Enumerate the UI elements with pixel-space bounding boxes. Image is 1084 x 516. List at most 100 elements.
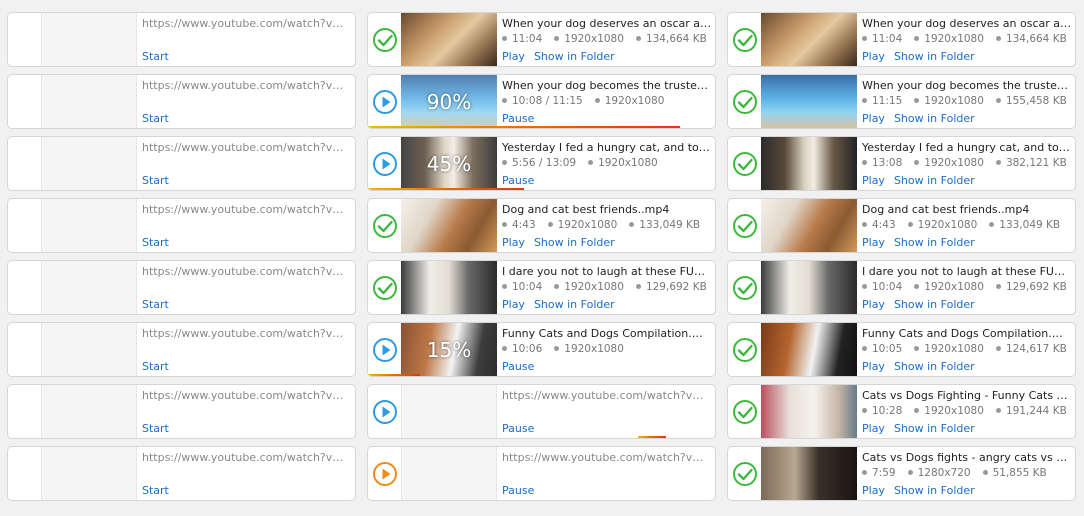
pause-link[interactable]: Pause: [502, 422, 534, 435]
progress-percent-label: 15%: [401, 323, 497, 376]
item-actions: Play Show in Folder: [862, 484, 1071, 497]
download-item[interactable]: 45% Yesterday I fed a hungry cat, and tod…: [367, 136, 716, 191]
play-circle-icon: [372, 337, 398, 363]
video-thumbnail: [401, 385, 497, 438]
play-link[interactable]: Play: [862, 298, 885, 311]
play-link[interactable]: Play: [502, 50, 525, 63]
status-indicator[interactable]: [728, 261, 761, 314]
status-indicator[interactable]: [728, 385, 761, 438]
status-indicator[interactable]: [368, 137, 401, 190]
download-item[interactable]: Dog and cat best friends..mp4 4:43 1920x10…: [367, 198, 716, 253]
download-item[interactable]: https://www.youtube.com/watch?v=hk... Sta…: [7, 12, 356, 67]
status-indicator: [8, 385, 41, 438]
download-item[interactable]: https://www.youtube.com/watch?v=7G... Pau…: [367, 446, 716, 501]
play-link[interactable]: Play: [862, 484, 885, 497]
download-item[interactable]: https://www.youtube.com/watch?v=3h_... St…: [7, 74, 356, 129]
item-info: When your dog deserves an oscar award...…: [502, 13, 711, 66]
download-item[interactable]: I dare you not to laugh at these FUNNY .…: [727, 260, 1076, 315]
status-indicator[interactable]: [368, 385, 401, 438]
download-item[interactable]: Cats vs Dogs Fighting - Funny Cats and .…: [727, 384, 1076, 439]
download-item[interactable]: https://www.youtube.com/watch?v=YeP... St…: [7, 384, 356, 439]
start-link[interactable]: Start: [142, 174, 169, 187]
show-in-folder-link[interactable]: Show in Folder: [534, 298, 615, 311]
download-item[interactable]: 15% Funny Cats and Dogs Compilation.mp4 10…: [367, 322, 716, 377]
video-duration: 10:04: [862, 281, 902, 293]
play-link[interactable]: Play: [862, 112, 885, 125]
download-item[interactable]: 90%When your dog becomes the trusted nan…: [367, 74, 716, 129]
download-item[interactable]: When your dog deserves an oscar award...…: [727, 12, 1076, 67]
show-in-folder-link[interactable]: Show in Folder: [534, 236, 615, 249]
status-indicator[interactable]: [728, 75, 761, 128]
download-item[interactable]: Dog and cat best friends..mp4 4:43 1920x10…: [727, 198, 1076, 253]
status-indicator[interactable]: [728, 323, 761, 376]
video-url: https://www.youtube.com/watch?v=t8tj...: [142, 327, 351, 340]
start-link[interactable]: Start: [142, 422, 169, 435]
download-item[interactable]: Funny Cats and Dogs Compilation.mp4 10:05…: [727, 322, 1076, 377]
video-title: Cats vs Dogs Fighting - Funny Cats and .…: [862, 389, 1071, 402]
play-link[interactable]: Play: [502, 236, 525, 249]
video-title: Yesterday I fed a hungry cat, and today …: [862, 141, 1071, 154]
play-link[interactable]: Play: [862, 422, 885, 435]
show-in-folder-link[interactable]: Show in Folder: [894, 298, 975, 311]
pause-link[interactable]: Pause: [502, 112, 534, 125]
item-info: Dog and cat best friends..mp4 4:43 1920x10…: [502, 199, 711, 252]
video-url: https://www.youtube.com/watch?v=hk...: [142, 17, 351, 30]
download-item[interactable]: Cats vs Dogs fights - angry cats vs dogs…: [727, 446, 1076, 501]
start-link[interactable]: Start: [142, 112, 169, 125]
download-item[interactable]: https://www.youtube.com/watch?v=De... Sta…: [7, 198, 356, 253]
show-in-folder-link[interactable]: Show in Folder: [894, 236, 975, 249]
download-item[interactable]: https://www.youtube.com/watch?v=31... Sta…: [7, 136, 356, 191]
play-link[interactable]: Play: [862, 236, 885, 249]
show-in-folder-link[interactable]: Show in Folder: [894, 422, 975, 435]
status-indicator[interactable]: [368, 323, 401, 376]
video-thumbnail: [761, 199, 857, 252]
status-indicator[interactable]: [728, 447, 761, 500]
start-link[interactable]: Start: [142, 236, 169, 249]
start-link[interactable]: Start: [142, 360, 169, 373]
status-indicator[interactable]: [368, 75, 401, 128]
video-duration: 10:28: [862, 405, 902, 417]
status-indicator[interactable]: [368, 261, 401, 314]
show-in-folder-link[interactable]: Show in Folder: [894, 50, 975, 63]
pause-link[interactable]: Pause: [502, 174, 534, 187]
show-in-folder-link[interactable]: Show in Folder: [894, 360, 975, 373]
download-item[interactable]: When your dog becomes the trusted nan...…: [727, 74, 1076, 129]
download-item[interactable]: https://www.youtube.com/watch?v=YeP... Pa…: [367, 384, 716, 439]
play-link[interactable]: Play: [862, 50, 885, 63]
show-in-folder-link[interactable]: Show in Folder: [894, 174, 975, 187]
status-indicator[interactable]: [728, 13, 761, 66]
status-indicator: [8, 75, 41, 128]
status-indicator[interactable]: [368, 13, 401, 66]
status-indicator[interactable]: [368, 199, 401, 252]
video-meta: 10:04 1920x1080 129,692 KB: [862, 281, 1071, 293]
video-meta: 4:43 1920x1080 133,049 KB: [862, 219, 1071, 231]
pause-link[interactable]: Pause: [502, 484, 534, 497]
pause-link[interactable]: Pause: [502, 360, 534, 373]
show-in-folder-link[interactable]: Show in Folder: [894, 484, 975, 497]
download-item[interactable]: Yesterday I fed a hungry cat, and today …: [727, 136, 1076, 191]
status-indicator[interactable]: [368, 447, 401, 500]
download-item[interactable]: https://www.youtube.com/watch?v=7G... Sta…: [7, 446, 356, 501]
item-info: https://www.youtube.com/watch?v=7G... Sta…: [142, 447, 351, 500]
video-url: https://www.youtube.com/watch?v=7G...: [142, 451, 351, 464]
download-item[interactable]: https://www.youtube.com/watch?v=t8tj... S…: [7, 322, 356, 377]
item-actions: Play Show in Folder: [862, 50, 1071, 63]
video-meta: 4:43 1920x1080 133,049 KB: [502, 219, 711, 231]
item-info: https://www.youtube.com/watch?v=hk... Sta…: [142, 13, 351, 66]
download-item[interactable]: I dare you not to laugh at these FUNNY .…: [367, 260, 716, 315]
start-link[interactable]: Start: [142, 484, 169, 497]
show-in-folder-link[interactable]: Show in Folder: [894, 112, 975, 125]
download-item[interactable]: When your dog deserves an oscar award...…: [367, 12, 716, 67]
play-link[interactable]: Play: [502, 298, 525, 311]
play-link[interactable]: Play: [862, 360, 885, 373]
start-link[interactable]: Start: [142, 298, 169, 311]
status-indicator[interactable]: [728, 137, 761, 190]
download-item[interactable]: https://www.youtube.com/watch?v=g_b... St…: [7, 260, 356, 315]
play-link[interactable]: Play: [862, 174, 885, 187]
start-link[interactable]: Start: [142, 50, 169, 63]
video-file-size: 133,049 KB: [989, 219, 1060, 231]
show-in-folder-link[interactable]: Show in Folder: [534, 50, 615, 63]
status-indicator[interactable]: [728, 199, 761, 252]
video-meta: 11:04 1920x1080 134,664 KB: [502, 33, 711, 45]
item-info: https://www.youtube.com/watch?v=De... Sta…: [142, 199, 351, 252]
